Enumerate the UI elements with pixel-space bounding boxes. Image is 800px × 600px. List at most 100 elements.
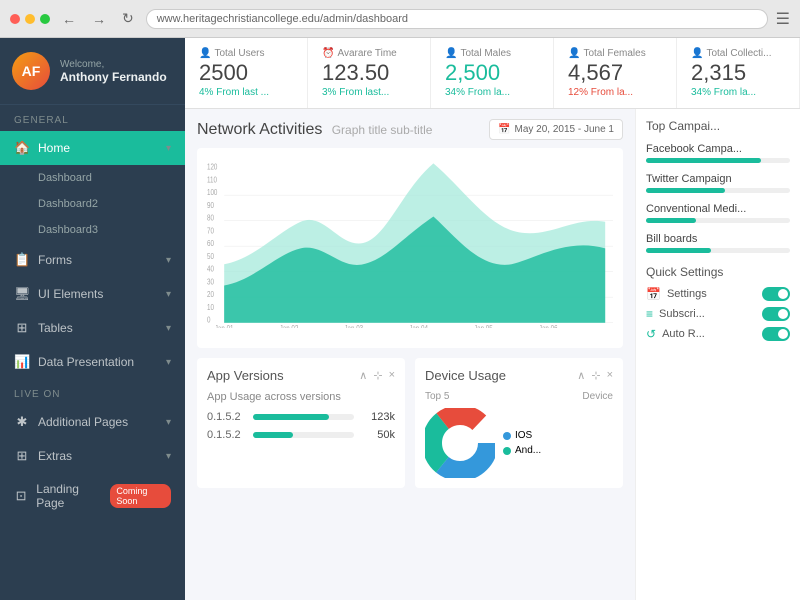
date-range-badge[interactable]: 📅 May 20, 2015 - June 1 bbox=[489, 119, 623, 140]
sidebar-item-tables-label: Tables bbox=[38, 321, 73, 335]
sort-icon[interactable]: ∧ bbox=[359, 369, 367, 382]
landing-icon: ⊡ bbox=[14, 488, 28, 504]
toggle-container-1 bbox=[762, 287, 790, 301]
sidebar-item-ui-label: UI Elements bbox=[38, 287, 103, 301]
sidebar-item-home[interactable]: 🏠 Home ▾ bbox=[0, 131, 185, 165]
pie-chart bbox=[425, 408, 495, 478]
svg-text:110: 110 bbox=[207, 175, 217, 185]
stat-total-females-change: 12% From la... bbox=[568, 87, 662, 98]
stat-total-users-change: 4% From last ... bbox=[199, 87, 293, 98]
device-panel-actions: ∧ ⊹ × bbox=[577, 369, 613, 382]
auto-toggle[interactable] bbox=[762, 327, 790, 341]
campaign-billboards-bar-bg bbox=[646, 248, 790, 253]
chevron-right-icon4: ▾ bbox=[166, 357, 171, 368]
pin-icon[interactable]: ⊹ bbox=[373, 369, 382, 382]
sidebar-item-dashboard2[interactable]: Dashboard2 bbox=[0, 191, 185, 217]
version-label-2: 0.1.5.2 bbox=[207, 429, 247, 441]
subscribe-toggle[interactable] bbox=[762, 307, 790, 321]
network-activities-subtitle: Graph title sub-title bbox=[332, 123, 433, 137]
sidebar-item-dashboard[interactable]: Dashboard bbox=[0, 165, 185, 191]
svg-text:70: 70 bbox=[207, 226, 214, 236]
sidebar-item-landing-page[interactable]: ⊡ Landing Page Coming Soon bbox=[0, 473, 185, 519]
sidebar-item-extras[interactable]: ⊞ Extras ▾ bbox=[0, 439, 185, 473]
svg-text:0: 0 bbox=[207, 315, 210, 325]
refresh-setting-icon: ↺ bbox=[646, 327, 656, 341]
campaign-twitter-bar bbox=[646, 188, 725, 193]
sidebar-item-forms[interactable]: 📋 Forms ▾ bbox=[0, 243, 185, 277]
device-legend-android: And... bbox=[503, 445, 541, 456]
ios-color bbox=[503, 432, 511, 440]
campaign-conventional-name: Conventional Medi... bbox=[646, 203, 790, 215]
sidebar-item-additional-pages-label: Additional Pages bbox=[38, 415, 128, 429]
close-dot[interactable] bbox=[10, 14, 20, 24]
device-legend: IOS And... bbox=[503, 430, 541, 456]
content-right: Top Campai... Facebook Campa... Twitter … bbox=[635, 109, 800, 600]
sort-icon2[interactable]: ∧ bbox=[577, 369, 585, 382]
ios-label: IOS bbox=[515, 430, 532, 441]
app-versions-panel: App Versions ∧ ⊹ × App Usage across vers… bbox=[197, 358, 405, 488]
stat-total-collections-value: 2,315 bbox=[691, 61, 785, 85]
sidebar-item-additional-pages[interactable]: ✱ Additional Pages ▾ bbox=[0, 405, 185, 439]
settings-toggle[interactable] bbox=[762, 287, 790, 301]
close-icon2[interactable]: × bbox=[607, 369, 613, 382]
campaign-twitter-name: Twitter Campaign bbox=[646, 173, 790, 185]
stat-total-collections-change: 34% From la... bbox=[691, 87, 785, 98]
version-bar-bg-1 bbox=[253, 414, 354, 420]
version-value-2: 50k bbox=[360, 429, 395, 441]
maximize-dot[interactable] bbox=[40, 14, 50, 24]
svg-text:90: 90 bbox=[207, 200, 214, 210]
device-usage-header: Device Usage ∧ ⊹ × bbox=[425, 368, 613, 383]
tables-icon: ⊞ bbox=[14, 320, 30, 336]
home-icon: 🏠 bbox=[14, 140, 30, 156]
stat-total-females-label: 👤 Total Females bbox=[568, 48, 662, 59]
female-icon: 👤 bbox=[568, 48, 580, 59]
sidebar-item-tables[interactable]: ⊞ Tables ▾ bbox=[0, 311, 185, 345]
section-live-label: LIVE ON bbox=[0, 379, 185, 405]
svg-text:Jan 03: Jan 03 bbox=[344, 323, 363, 328]
forward-button[interactable]: → bbox=[88, 9, 110, 29]
setting-row-2: ≡ Subscri... bbox=[646, 307, 790, 321]
chart-area: 0 10 20 30 40 50 60 70 80 90 100 110 120 bbox=[197, 148, 623, 348]
forms-icon: 📋 bbox=[14, 252, 30, 268]
svg-text:Jan 05: Jan 05 bbox=[474, 323, 493, 328]
app-versions-header: App Versions ∧ ⊹ × bbox=[207, 368, 395, 383]
pin-icon2[interactable]: ⊹ bbox=[591, 369, 600, 382]
device-usage-title: Device Usage bbox=[425, 368, 506, 383]
svg-text:100: 100 bbox=[207, 187, 217, 197]
stat-total-collections: 👤 Total Collecti... 2,315 34% From la... bbox=[677, 38, 800, 108]
sidebar-item-dashboard3[interactable]: Dashboard3 bbox=[0, 217, 185, 243]
setting-label-2: Subscri... bbox=[659, 308, 705, 320]
chevron-right-icon5: ▾ bbox=[166, 417, 171, 428]
android-color bbox=[503, 447, 511, 455]
device-header-row: Top 5 Device bbox=[425, 391, 613, 402]
minimize-dot[interactable] bbox=[25, 14, 35, 24]
network-activities-header: Network Activities Graph title sub-title… bbox=[197, 119, 623, 140]
device-legend-ios: IOS bbox=[503, 430, 541, 441]
toggle-container-2 bbox=[762, 307, 790, 321]
sidebar-item-landing-label: Landing Page bbox=[36, 482, 102, 510]
additional-pages-icon: ✱ bbox=[14, 414, 30, 430]
browser-menu-icon[interactable]: ☰ bbox=[776, 9, 790, 29]
calendar-setting-icon: 📅 bbox=[646, 287, 661, 301]
stat-avg-time-value: 123.50 bbox=[322, 61, 416, 85]
sidebar-item-ui-elements[interactable]: 🖥 UI Elements ▾ bbox=[0, 277, 185, 311]
version-value-1: 123k bbox=[360, 411, 395, 423]
sidebar-item-home-label: Home bbox=[38, 141, 70, 155]
content-left: Network Activities Graph title sub-title… bbox=[185, 109, 635, 600]
calendar-icon: 📅 bbox=[498, 124, 510, 135]
setting-row-3: ↺ Auto R... bbox=[646, 327, 790, 341]
svg-text:60: 60 bbox=[207, 238, 214, 248]
data-icon: 📊 bbox=[14, 354, 30, 370]
back-button[interactable]: ← bbox=[58, 9, 80, 29]
quick-settings-title: Quick Settings bbox=[646, 265, 790, 279]
address-bar[interactable]: www.heritagechristiancollege.edu/admin/d… bbox=[146, 9, 768, 29]
network-activities-title: Network Activities bbox=[197, 121, 322, 138]
sidebar-item-data-presentation[interactable]: 📊 Data Presentation ▾ bbox=[0, 345, 185, 379]
svg-text:50: 50 bbox=[207, 251, 214, 261]
svg-text:Jan 02: Jan 02 bbox=[280, 323, 299, 328]
close-icon[interactable]: × bbox=[389, 369, 395, 382]
campaign-item-twitter: Twitter Campaign bbox=[646, 173, 790, 193]
refresh-button[interactable]: ↻ bbox=[118, 8, 138, 29]
version-bar-bg-2 bbox=[253, 432, 354, 438]
sidebar: AF Welcome, Anthony Fernando GENERAL 🏠 H… bbox=[0, 38, 185, 600]
